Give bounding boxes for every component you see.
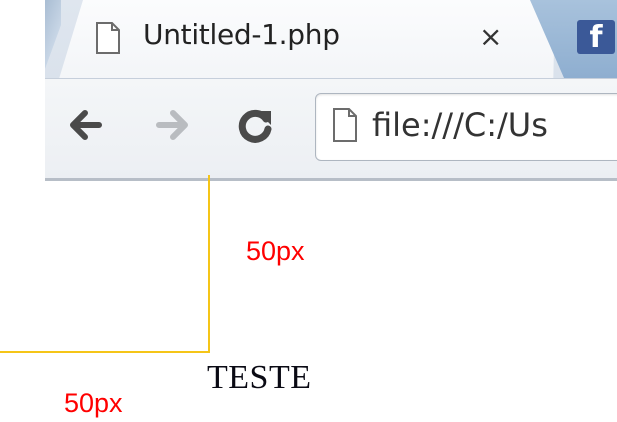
facebook-icon: f <box>577 20 615 55</box>
tab-close-button[interactable]: × <box>479 20 502 53</box>
forward-button[interactable] <box>153 105 193 145</box>
left-offset-guide <box>0 351 210 353</box>
reload-button[interactable] <box>235 105 275 145</box>
browser-chrome: Untitled-1.php × f file:///C:/Us <box>45 0 617 180</box>
top-offset-label: 50px <box>246 236 305 266</box>
tab-title[interactable]: Untitled-1.php <box>143 18 340 51</box>
chrome-divider <box>45 178 617 181</box>
file-icon <box>96 22 120 54</box>
toolbar: file:///C:/Us <box>45 78 617 179</box>
address-text[interactable]: file:///C:/Us <box>372 106 548 144</box>
left-offset-label: 50px <box>64 388 123 418</box>
page-text: TESTE <box>207 359 312 396</box>
page-icon <box>333 108 357 142</box>
back-button[interactable] <box>65 105 105 145</box>
address-bar[interactable]: file:///C:/Us <box>315 93 617 161</box>
tab-strip-edge <box>45 0 61 70</box>
top-offset-guide <box>208 175 210 353</box>
